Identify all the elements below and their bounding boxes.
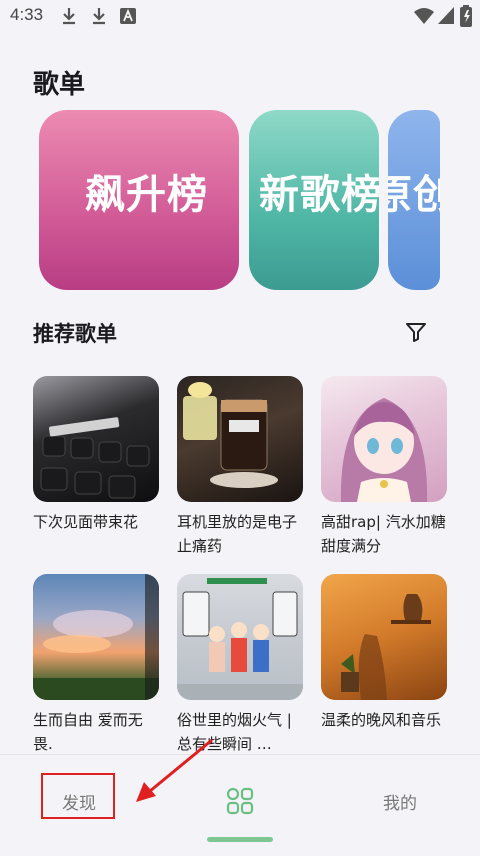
evening-room-image <box>341 594 431 700</box>
playlist-card[interactable]: 耳机里放的是电子止痛药 <box>177 376 303 558</box>
bottom-navigation: 发现 我的 <box>0 754 480 856</box>
playlist-card[interactable]: 高甜rap| 汽水加糖 甜度满分 <box>321 376 447 558</box>
nav-discover[interactable]: 发现 <box>62 789 96 814</box>
wifi-icon <box>414 8 434 24</box>
chart-card-label: 原创 <box>388 172 440 218</box>
playlist-title: 高甜rap| 汽水加糖 甜度满分 <box>321 513 446 555</box>
playlist-cover <box>177 376 303 502</box>
filter-icon[interactable] <box>404 320 428 344</box>
keyboard-image <box>40 417 150 499</box>
battery-icon <box>460 5 472 27</box>
signal-icon <box>438 7 454 24</box>
app-notification-icon <box>120 8 136 24</box>
playlist-title: 耳机里放的是电子止痛药 <box>177 513 298 555</box>
playlist-cover <box>33 574 159 700</box>
playlist-card[interactable]: 俗世里的烟火气 | 总有些瞬间 … <box>177 574 303 756</box>
download-icon <box>63 8 75 25</box>
active-tab-indicator <box>207 837 273 842</box>
chart-card-label: 飙升榜 <box>85 172 208 218</box>
nav-mine[interactable]: 我的 <box>383 789 417 814</box>
chart-card-new-songs[interactable]: 新歌榜 <box>249 110 379 290</box>
download-icon <box>93 8 105 25</box>
apps-grid-icon[interactable] <box>226 787 254 815</box>
playlist-title: 下次见面带束花 <box>33 513 139 531</box>
annotation-arrow-icon <box>136 738 213 802</box>
playlist-cover <box>177 574 303 700</box>
anime-girl-image <box>340 398 428 502</box>
status-time: 4:33 <box>10 5 44 24</box>
playlist-card[interactable]: 温柔的晚风和音乐 <box>321 574 447 732</box>
playlist-cover <box>33 376 159 502</box>
section-heading-recommended: 推荐歌单 <box>33 322 117 346</box>
playlist-card[interactable]: 生而自由 爱而无畏. <box>33 574 159 756</box>
chart-card-original[interactable]: 原创 <box>388 110 440 290</box>
sunset-sky-image <box>33 574 159 700</box>
chart-card-soaring[interactable]: 飙升榜 <box>39 110 239 290</box>
coffee-image <box>183 382 278 488</box>
playlist-title: 温柔的晚风和音乐 <box>321 711 442 729</box>
playlist-cover <box>321 376 447 502</box>
playlist-card[interactable]: 下次见面带束花 <box>33 376 159 534</box>
page-title: 歌单 <box>33 70 86 100</box>
subway-illustration-image <box>177 578 303 700</box>
status-bar: 4:33 <box>0 0 480 34</box>
chart-card-label: 新歌榜 <box>259 172 379 218</box>
playlist-cover <box>321 574 447 700</box>
